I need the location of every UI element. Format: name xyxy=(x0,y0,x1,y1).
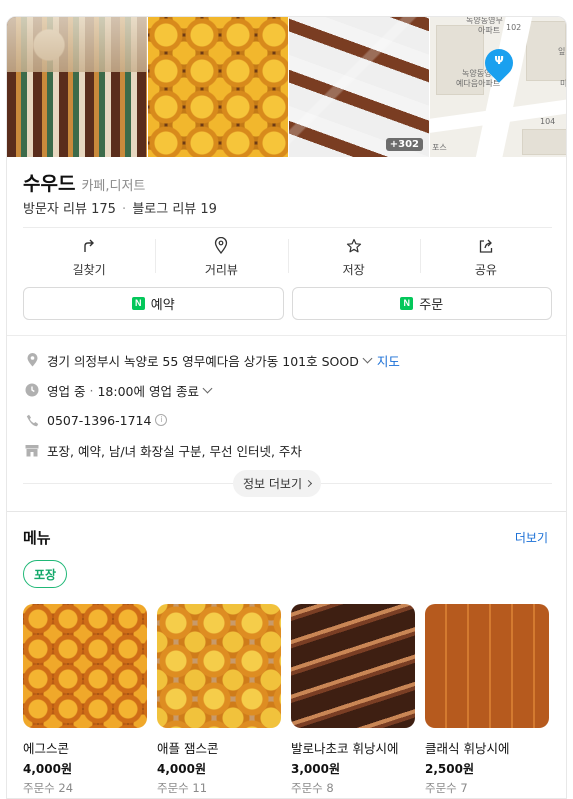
map-link[interactable]: 지도 xyxy=(377,351,400,370)
map-thumbnail[interactable]: 녹양동영무 아파트 102 녹양동영 예다음아파트 104 포스 미 잎 Ψ xyxy=(430,17,567,157)
divider xyxy=(23,227,552,228)
open-status: 영업 중 xyxy=(47,383,86,399)
action-share-label: 공유 xyxy=(474,262,497,277)
action-save-label: 저장 xyxy=(342,262,365,277)
amenities-text: 포장, 예약, 남/녀 화장실 구분, 무선 인터넷, 주차 xyxy=(47,443,302,459)
directions-icon xyxy=(79,237,99,255)
photo-count-badge: +302 xyxy=(385,138,423,151)
blog-review-link[interactable]: 블로그 리뷰 19 xyxy=(132,202,217,217)
map-label: 녹양동영무 xyxy=(466,17,503,25)
place-name: 수우드 xyxy=(23,173,76,195)
menu-item-price: 4,000원 xyxy=(23,762,72,776)
location-pin-icon xyxy=(211,237,231,255)
map-label: 아파트 xyxy=(478,26,501,35)
separator-dot: · xyxy=(89,382,94,398)
order-button[interactable]: N 주문 xyxy=(291,287,552,320)
more-info-button[interactable]: 정보 더보기 xyxy=(233,470,322,497)
menu-items: 에그스콘 4,000원 주문수 24 애플 잼스콘 4,000원 주문수 11 … xyxy=(23,604,566,796)
menu-item-price: 4,000원 xyxy=(157,762,206,776)
action-street-view-label: 거리뷰 xyxy=(204,262,238,277)
map-block xyxy=(522,129,566,155)
separator-dot: · xyxy=(122,202,127,217)
photo-egg-tarts[interactable] xyxy=(148,17,288,157)
info-icon[interactable]: i xyxy=(155,414,168,426)
menu-item-orders: 주문수 11 xyxy=(157,781,208,795)
naver-n-icon: N xyxy=(131,297,145,310)
review-summary: 방문자 리뷰 175 · 블로그 리뷰 19 xyxy=(23,198,217,217)
star-icon xyxy=(344,237,364,255)
menu-item-price: 3,000원 xyxy=(291,762,340,776)
store-icon xyxy=(23,441,41,459)
chevron-down-icon[interactable] xyxy=(362,353,373,364)
section-divider xyxy=(7,511,566,512)
menu-item[interactable]: 애플 잼스콘 4,000원 주문수 11 xyxy=(157,604,281,796)
amenities-row: 포장, 예약, 남/녀 화장실 구분, 무선 인터넷, 주차 xyxy=(23,435,552,465)
phone-row: 0507-1396-1714 i xyxy=(23,405,552,435)
menu-item[interactable]: 클래식 휘낭시에 2,500원 주문수 7 xyxy=(425,604,549,796)
map-label: 102 xyxy=(506,23,522,32)
closing-time: 18:00에 영업 종료 xyxy=(97,383,199,399)
more-info-label: 정보 더보기 xyxy=(243,477,303,491)
place-category: 카페,디저트 xyxy=(81,179,146,194)
booking-buttons: N 예약 N 주문 xyxy=(23,287,552,320)
photo-shop-interior[interactable] xyxy=(7,17,147,157)
section-divider xyxy=(7,335,566,336)
menu-item-name: 애플 잼스콘 xyxy=(157,741,219,756)
map-label: 잎 xyxy=(558,47,566,56)
reserve-label: 예약 xyxy=(150,298,175,313)
menu-item-name: 클래식 휘낭시에 xyxy=(425,741,510,756)
action-street-view[interactable]: 거리뷰 xyxy=(155,229,287,285)
menu-item-image[interactable] xyxy=(291,604,415,728)
title-row: 수우드 카페,디저트 xyxy=(23,169,145,196)
menu-item-orders: 주문수 7 xyxy=(425,781,468,795)
hours-row: 영업 중 · 18:00에 영업 종료 xyxy=(23,375,552,405)
filter-tag-takeout[interactable]: 포장 xyxy=(23,560,68,588)
address-text: 경기 의정부시 녹양로 55 영무예다음 상가동 101호 SOOD xyxy=(47,353,359,369)
phone-icon xyxy=(23,411,41,429)
action-directions-label: 길찾기 xyxy=(72,262,106,277)
map-label: 미 xyxy=(560,79,567,88)
menu-item-price: 2,500원 xyxy=(425,762,474,776)
menu-more-link[interactable]: 더보기 xyxy=(515,529,548,546)
action-directions[interactable]: 길찾기 xyxy=(23,229,155,285)
menu-item[interactable]: 발로나초코 휘낭시에 3,000원 주문수 8 xyxy=(291,604,415,796)
address-row: 경기 의정부시 녹양로 55 영무예다음 상가동 101호 SOOD 지도 xyxy=(23,345,552,375)
reserve-button[interactable]: N 예약 xyxy=(23,287,284,320)
action-bar: 길찾기 거리뷰 저장 공유 xyxy=(23,229,552,285)
action-share[interactable]: 공유 xyxy=(419,229,552,285)
place-card: +302 녹양동영무 아파트 102 녹양동영 예다음아파트 104 포스 미 … xyxy=(6,16,567,799)
menu-item[interactable]: 에그스콘 4,000원 주문수 24 xyxy=(23,604,147,796)
action-save[interactable]: 저장 xyxy=(287,229,420,285)
menu-section-title: 메뉴 xyxy=(23,529,51,547)
order-label: 주문 xyxy=(419,298,444,313)
map-label: 예다음아파트 xyxy=(456,79,501,88)
photo-packaged-financiers[interactable]: +302 xyxy=(289,17,429,157)
menu-item-image[interactable] xyxy=(425,604,549,728)
map-label: 포스 xyxy=(432,143,447,152)
menu-item-name: 발로나초코 휘낭시에 xyxy=(291,741,399,756)
cafe-fork-icon: Ψ xyxy=(494,54,504,67)
visitor-review-link[interactable]: 방문자 리뷰 175 xyxy=(23,202,116,217)
phone-number[interactable]: 0507-1396-1714 xyxy=(47,413,151,428)
map-label: 104 xyxy=(540,117,556,126)
menu-item-image[interactable] xyxy=(157,604,281,728)
menu-item-name: 에그스콘 xyxy=(23,741,70,756)
location-pin-icon xyxy=(23,351,41,369)
menu-item-image[interactable] xyxy=(23,604,147,728)
info-list: 경기 의정부시 녹양로 55 영무예다음 상가동 101호 SOOD 지도 영업… xyxy=(23,345,552,465)
photo-strip: +302 녹양동영무 아파트 102 녹양동영 예다음아파트 104 포스 미 … xyxy=(7,17,567,157)
menu-item-orders: 주문수 8 xyxy=(291,781,334,795)
clock-icon xyxy=(23,381,41,399)
chevron-right-icon xyxy=(304,479,313,488)
menu-item-orders: 주문수 24 xyxy=(23,781,74,795)
chevron-down-icon[interactable] xyxy=(202,383,213,394)
share-icon xyxy=(476,237,496,255)
naver-n-icon: N xyxy=(400,297,414,310)
